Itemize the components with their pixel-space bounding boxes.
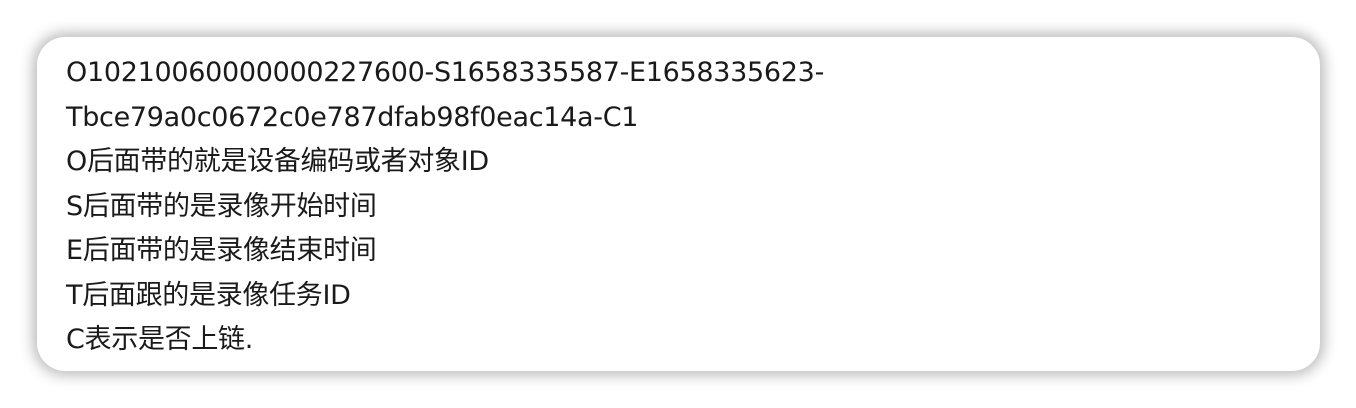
text-line-id-part2: Tbce79a0c0672c0e787dfab98f0eac14a-C1 [66,101,639,133]
text-line-o-desc: O后面带的就是设备编码或者对象ID [66,146,489,177]
text-line-c-desc: C表示是否上链. [66,324,254,355]
text-line-t-desc: T后面跟的是录像任务ID [66,279,351,311]
text-line-e-desc: E后面带的是录像结束时间 [66,235,377,266]
text-line-id-part1: O10210060000000227600-S1658335587-E16583… [66,57,825,88]
text-card: O10210060000000227600-S1658335587-E16583… [37,37,1320,371]
text-line-s-desc: S后面带的是录像开始时间 [66,190,377,222]
